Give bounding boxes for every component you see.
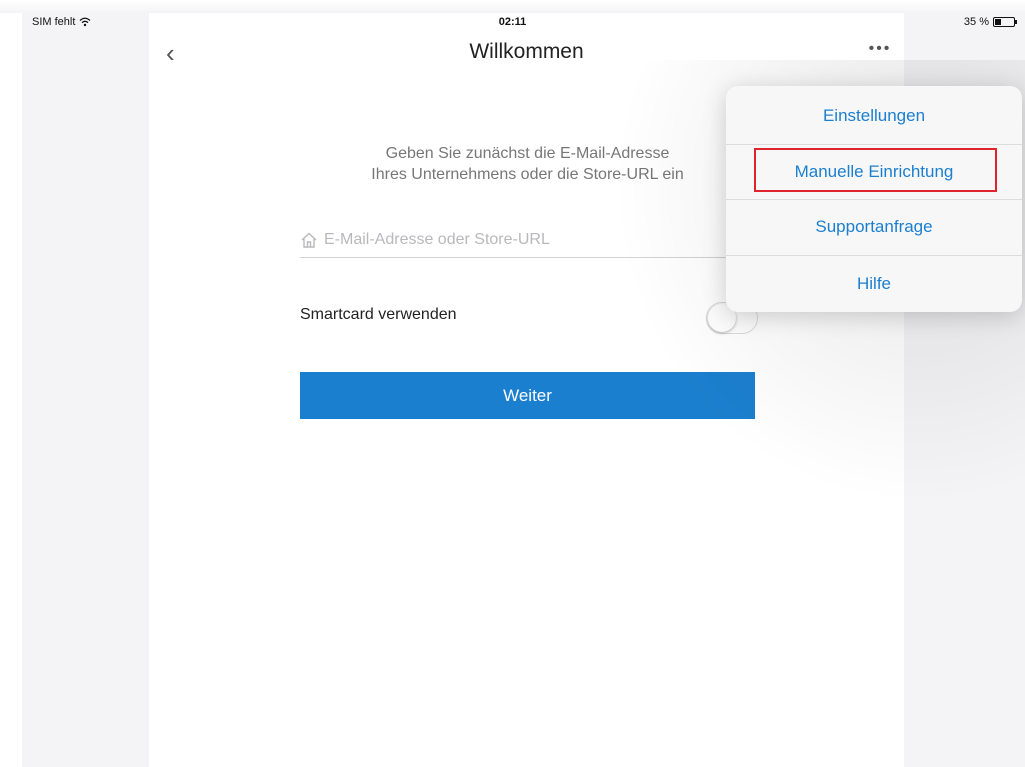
- instruction-line-2: Ihres Unternehmens oder die Store-URL ei…: [371, 166, 684, 183]
- smartcard-row: Smartcard verwenden: [300, 302, 755, 332]
- battery-tip: [1015, 20, 1017, 24]
- battery-percentage: 35 %: [963, 16, 989, 28]
- continue-button[interactable]: Weiter: [300, 372, 755, 419]
- battery-icon: [993, 17, 1017, 27]
- status-bar: SIM fehlt 02:11 35 %: [0, 13, 1025, 33]
- home-icon: [301, 232, 317, 248]
- status-time: 02:11: [498, 16, 527, 28]
- email-field[interactable]: [300, 222, 755, 258]
- more-icon[interactable]: •••: [862, 40, 898, 64]
- options-menu: Einstellungen Manuelle Einrichtung Suppo…: [726, 86, 1022, 312]
- menu-item-support-request[interactable]: Supportanfrage: [726, 199, 1022, 255]
- status-right: 35 %: [963, 16, 1017, 28]
- menu-item-manual-setup[interactable]: Manuelle Einrichtung: [726, 144, 1022, 200]
- menu-item-settings[interactable]: Einstellungen: [726, 88, 1022, 144]
- email-input[interactable]: [324, 230, 734, 249]
- menu-item-help[interactable]: Hilfe: [726, 256, 1022, 312]
- smartcard-label: Smartcard verwenden: [300, 306, 457, 323]
- left-sidebar: [22, 13, 149, 767]
- top-edge: [0, 0, 1025, 13]
- battery-fill: [995, 19, 1001, 25]
- instruction-text: Geben Sie zunächst die E-Mail-Adresse Ih…: [300, 143, 755, 185]
- app-frame: SIM fehlt 02:11 35 % ‹ Willkommen ••• Ge…: [0, 0, 1025, 767]
- instruction-line-1: Geben Sie zunächst die E-Mail-Adresse: [385, 145, 670, 162]
- page-title: Willkommen: [469, 40, 584, 63]
